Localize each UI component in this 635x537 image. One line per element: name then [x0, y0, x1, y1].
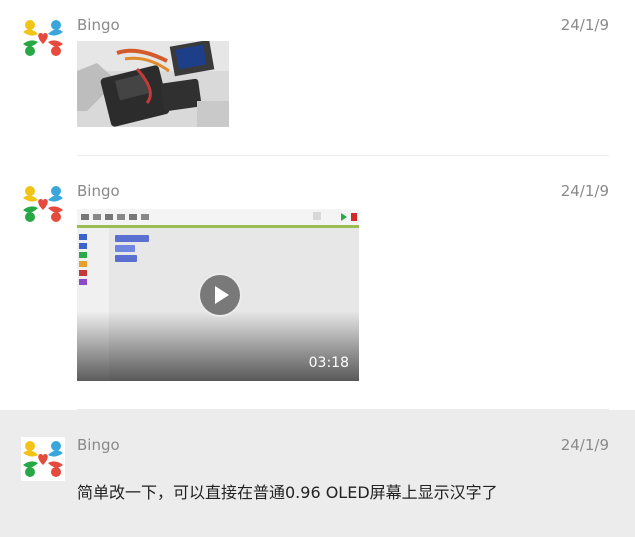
message-item: Bingo 24/1/9	[0, 0, 635, 156]
sender-name: Bingo	[77, 436, 120, 454]
avatar[interactable]	[21, 437, 65, 481]
colorful-people-logo-icon	[21, 437, 65, 481]
message-item: Bingo 24/1/9 简单改一下，可以直接在普通0.96 OLED屏幕上显示…	[0, 410, 635, 537]
message-text: 简单改一下，可以直接在普通0.96 OLED屏幕上显示汉字了	[77, 483, 498, 502]
video-frame-toolbar	[77, 209, 359, 225]
avatar[interactable]	[21, 182, 65, 226]
circuit-board-photo	[77, 41, 229, 127]
play-glyph	[215, 286, 229, 304]
play-icon[interactable]	[198, 273, 242, 317]
colorful-people-logo-icon	[23, 20, 63, 56]
image-thumbnail[interactable]	[77, 41, 229, 127]
colorful-people-logo-icon	[23, 186, 63, 222]
message-item: Bingo 24/1/9	[0, 156, 635, 410]
video-duration: 03:18	[308, 355, 349, 371]
message-date: 24/1/9	[560, 16, 609, 34]
video-thumbnail[interactable]: 03:18	[77, 209, 359, 381]
toolbar-glyphs	[81, 212, 357, 221]
message-date: 24/1/9	[560, 182, 609, 200]
message-date: 24/1/9	[560, 436, 609, 454]
avatar[interactable]	[21, 16, 65, 60]
sender-name: Bingo	[77, 182, 120, 200]
video-frame-bar	[77, 225, 359, 228]
sender-name: Bingo	[77, 16, 120, 34]
